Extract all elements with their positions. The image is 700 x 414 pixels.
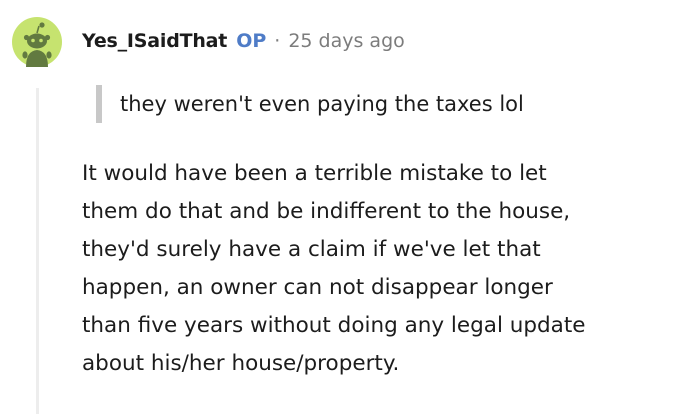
comment-body-line: than five years without doing any legal …	[82, 313, 586, 338]
user-avatar[interactable]	[12, 17, 62, 67]
quote-text: they weren't even paying the taxes lol	[120, 92, 524, 116]
comment: Yes_ISaidThat OP · 25 days ago they were…	[0, 0, 700, 414]
comment-timestamp[interactable]: 25 days ago	[288, 30, 404, 52]
comment-body-line: they'd surely have a claim if we've let …	[82, 237, 541, 262]
comment-body-line: about his/her house/property.	[82, 351, 400, 376]
op-badge: OP	[236, 30, 267, 52]
comment-header: Yes_ISaidThat OP · 25 days ago	[82, 28, 405, 54]
quote-bar	[96, 85, 102, 123]
comment-body-line: It would have been a terrible mistake to…	[82, 161, 547, 186]
thread-line[interactable]	[36, 88, 39, 414]
meta-separator: ·	[274, 30, 281, 52]
comment-body: It would have been a terrible mistake to…	[82, 155, 694, 383]
blockquote: they weren't even paying the taxes lol	[96, 85, 524, 123]
comment-body-line: happen, an owner can not disappear longe…	[82, 275, 553, 300]
comment-body-line: them do that and be indifferent to the h…	[82, 199, 571, 224]
username-link[interactable]: Yes_ISaidThat	[82, 30, 227, 52]
snoo-avatar-icon	[12, 17, 62, 67]
